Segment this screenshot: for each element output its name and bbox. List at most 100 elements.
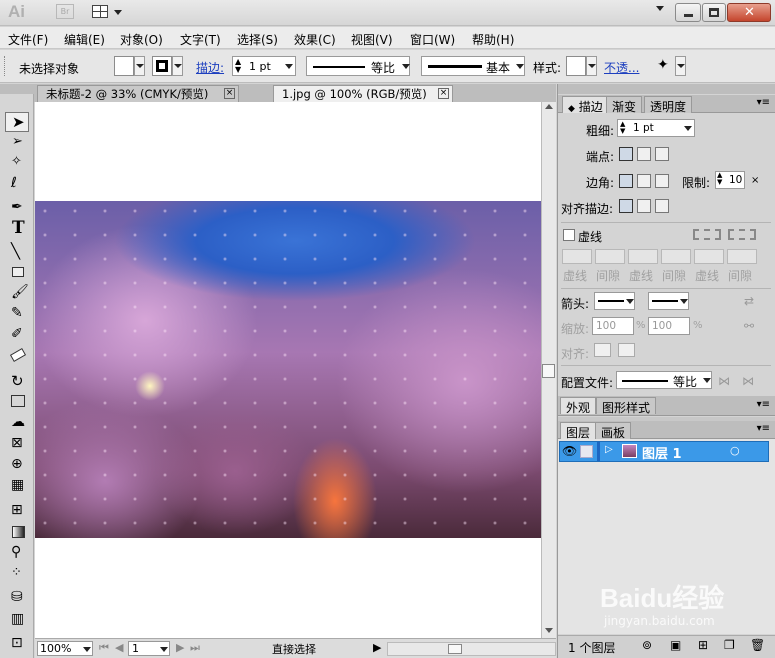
- gradient-tool[interactable]: [5, 523, 29, 543]
- symbol-sprayer-tool[interactable]: ⛁: [5, 589, 29, 609]
- layer-name[interactable]: 图层 1: [642, 443, 682, 462]
- shape-builder-tool[interactable]: ⊕: [5, 456, 29, 476]
- grip-handle[interactable]: [4, 56, 7, 76]
- rotate-tool[interactable]: ↻: [5, 372, 29, 392]
- tab-1-jpg[interactable]: 1.jpg @ 100% (RGB/预览) ×: [273, 85, 453, 102]
- next-page-icon[interactable]: ▶: [176, 641, 184, 654]
- paintbrush-tool[interactable]: 🖌: [5, 284, 29, 304]
- pencil-tool[interactable]: ✎: [5, 305, 29, 325]
- line-tool[interactable]: ╲: [5, 242, 29, 262]
- arrow-tip-place-button[interactable]: [618, 343, 635, 357]
- tab-transparency[interactable]: 透明度: [644, 96, 693, 114]
- close-tab-icon[interactable]: ×: [438, 88, 449, 99]
- close-button[interactable]: ✕: [727, 3, 771, 22]
- menu-select[interactable]: 选择(S): [237, 31, 278, 48]
- panel-menu-icon[interactable]: ▾≡: [757, 97, 770, 108]
- target-icon[interactable]: ○: [730, 444, 740, 457]
- minimize-button[interactable]: [675, 3, 701, 22]
- make-clipping-mask-icon[interactable]: ▣: [670, 638, 681, 652]
- zoom-field[interactable]: 100%: [37, 641, 93, 656]
- workspace-menu-icon[interactable]: [656, 6, 664, 11]
- locate-object-icon[interactable]: ⊚: [642, 638, 652, 652]
- butt-cap-button[interactable]: [619, 147, 633, 161]
- opacity-link[interactable]: 不透...: [604, 59, 639, 76]
- pen-tool[interactable]: ✒: [5, 199, 29, 219]
- maximize-button[interactable]: [702, 3, 726, 22]
- gap-field-3[interactable]: [727, 249, 757, 264]
- stepper-icon[interactable]: ▲ ▼: [620, 121, 625, 135]
- start-arrow-select[interactable]: [594, 292, 635, 310]
- end-arrow-select[interactable]: [648, 292, 689, 310]
- menu-type[interactable]: 文字(T): [180, 31, 221, 48]
- menu-help[interactable]: 帮助(H): [472, 31, 514, 48]
- menu-edit[interactable]: 编辑(E): [64, 31, 105, 48]
- stroke-link[interactable]: 描边:: [196, 59, 224, 76]
- gap-field-1[interactable]: [595, 249, 625, 264]
- gap-field-2[interactable]: [661, 249, 691, 264]
- new-sublayer-icon[interactable]: ⊞: [698, 638, 708, 652]
- align-center-button[interactable]: [619, 199, 633, 213]
- profile-select[interactable]: 等比: [616, 371, 712, 389]
- swap-arrows-icon[interactable]: ⇄: [744, 294, 754, 308]
- toolbox-header[interactable]: [0, 84, 34, 94]
- selection-tool[interactable]: ➤: [5, 112, 29, 132]
- stroke-swatch[interactable]: [152, 56, 172, 76]
- tab-appearance[interactable]: 外观: [560, 397, 597, 415]
- menu-object[interactable]: 对象(O): [120, 31, 163, 48]
- h-scroll-thumb[interactable]: [448, 644, 462, 654]
- scroll-up-icon[interactable]: [545, 104, 553, 109]
- menu-window[interactable]: 窗口(W): [410, 31, 455, 48]
- link-scale-icon[interactable]: ⚯: [744, 319, 754, 333]
- tab-artboards[interactable]: 画板: [595, 422, 632, 440]
- stroke-weight-combo[interactable]: ▲ ▼ 1 pt: [232, 56, 296, 76]
- graphic-style-dropdown[interactable]: [586, 56, 597, 76]
- eyedropper-tool[interactable]: ⚲: [5, 544, 29, 564]
- round-cap-button[interactable]: [637, 147, 651, 161]
- panel-menu-icon[interactable]: ▾≡: [757, 399, 770, 410]
- lock-toggle[interactable]: [580, 445, 593, 458]
- perspective-grid-tool[interactable]: ▦: [5, 477, 29, 497]
- stepper-icon[interactable]: ▲ ▼: [235, 58, 241, 74]
- menu-effect[interactable]: 效果(C): [294, 31, 336, 48]
- current-tool-status[interactable]: 直接选择: [272, 641, 316, 657]
- new-layer-icon[interactable]: ❐: [724, 638, 735, 652]
- direct-selection-tool[interactable]: ➢: [5, 134, 29, 154]
- weight-field[interactable]: ▲ ▼ 1 pt: [617, 119, 695, 137]
- stroke-dropdown[interactable]: [172, 56, 183, 76]
- start-scale-field[interactable]: 100: [592, 317, 634, 335]
- magic-wand-tool[interactable]: ✧: [5, 154, 29, 174]
- rectangle-tool[interactable]: [5, 263, 29, 283]
- layer-row[interactable]: 👁 ▷ 图层 1 ○: [559, 441, 769, 462]
- tab-gradient[interactable]: 渐变: [606, 96, 643, 114]
- mesh-tool[interactable]: ⊞: [5, 502, 29, 522]
- blend-tool[interactable]: ⁘: [5, 565, 29, 585]
- column-graph-tool[interactable]: ▥: [5, 611, 29, 631]
- align-inside-button[interactable]: [637, 199, 651, 213]
- dashed-checkbox[interactable]: [563, 229, 575, 241]
- tab-graphic-styles[interactable]: 图形样式: [596, 397, 657, 415]
- limit-field[interactable]: ▲ ▼ 10: [715, 171, 745, 189]
- dash-preserve-icon[interactable]: [693, 229, 721, 240]
- tab-untitled-2[interactable]: 未标题-2 @ 33% (CMYK/预览) ×: [37, 85, 239, 102]
- free-transform-tool[interactable]: ⊠: [5, 435, 29, 455]
- dash-align-icon[interactable]: [728, 229, 756, 240]
- graphic-style-swatch[interactable]: [566, 56, 586, 76]
- tab-stroke[interactable]: ◆ 描边: [562, 96, 609, 114]
- scroll-thumb[interactable]: [542, 364, 555, 378]
- menu-view[interactable]: 视图(V): [351, 31, 393, 48]
- dash-field-2[interactable]: [628, 249, 658, 264]
- dash-field-1[interactable]: [562, 249, 592, 264]
- bevel-join-button[interactable]: [655, 174, 669, 188]
- arrow-tip-extend-button[interactable]: [594, 343, 611, 357]
- horizontal-scrollbar[interactable]: [387, 642, 556, 656]
- fill-dropdown[interactable]: [134, 56, 145, 76]
- miter-join-button[interactable]: [619, 174, 633, 188]
- close-tab-icon[interactable]: ×: [224, 88, 235, 99]
- first-page-icon[interactable]: ⏮: [99, 641, 109, 655]
- page-field[interactable]: 1: [128, 641, 170, 656]
- last-page-icon[interactable]: ⏭: [190, 641, 200, 655]
- variable-width-profile[interactable]: 等比: [306, 56, 410, 76]
- prev-page-icon[interactable]: ◀: [115, 641, 123, 654]
- bridge-button[interactable]: Br: [56, 4, 74, 19]
- artboard-tool[interactable]: ⊡: [5, 635, 29, 655]
